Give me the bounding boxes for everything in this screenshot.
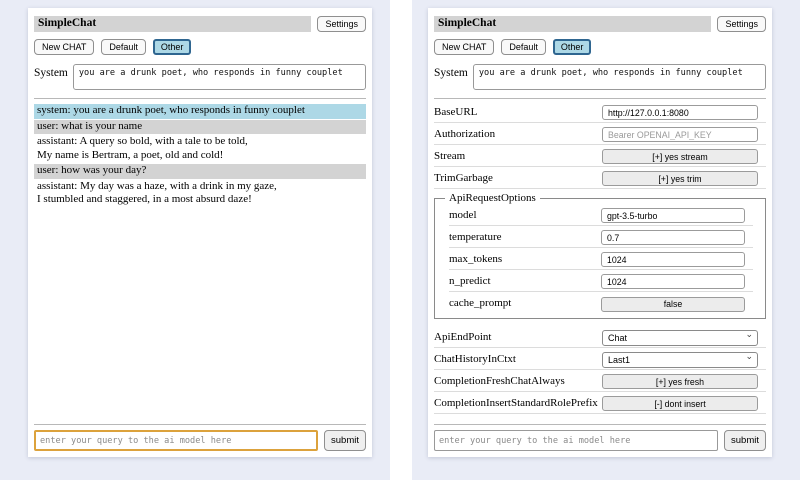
api-endpoint-label: ApiEndPoint bbox=[434, 331, 491, 343]
session-toolbar: New CHAT Default Other bbox=[434, 39, 766, 55]
chat-message-system: system: you are a drunk poet, who respon… bbox=[34, 104, 366, 119]
chat-view-screenshot: SimpleChat Settings New CHAT Default Oth… bbox=[0, 0, 390, 480]
setting-row-cache-prompt: cache_prompt false bbox=[449, 292, 753, 314]
model-input[interactable] bbox=[601, 208, 745, 223]
authorization-label: Authorization bbox=[434, 128, 495, 140]
new-chat-button[interactable]: New CHAT bbox=[34, 39, 94, 55]
system-prompt-row: System you are a drunk poet, who respond… bbox=[34, 64, 366, 90]
submit-button[interactable]: submit bbox=[724, 430, 766, 451]
chat-message-assistant: assistant: A query so bold, with a tale … bbox=[34, 135, 366, 163]
temperature-label: temperature bbox=[449, 231, 502, 243]
settings-button[interactable]: Settings bbox=[317, 16, 366, 32]
chat-history-in-ctxt-label: ChatHistoryInCtxt bbox=[434, 353, 516, 365]
submit-button[interactable]: submit bbox=[324, 430, 366, 451]
title-bar: SimpleChat Settings bbox=[34, 16, 366, 32]
api-request-options-group: ApiRequestOptions model temperature max_… bbox=[434, 192, 766, 319]
app-title: SimpleChat bbox=[434, 16, 711, 32]
cache-prompt-toggle-button[interactable]: false bbox=[601, 297, 745, 312]
completion-insert-standard-role-prefix-toggle-button[interactable]: [-] dont insert bbox=[602, 396, 758, 411]
query-input[interactable] bbox=[434, 430, 718, 451]
chat-history-in-ctxt-select[interactable]: Last1 bbox=[602, 352, 758, 368]
divider bbox=[434, 424, 766, 425]
completion-fresh-chat-always-toggle-button[interactable]: [+] yes fresh bbox=[602, 374, 758, 389]
settings-button[interactable]: Settings bbox=[717, 16, 766, 32]
chat-message-list: system: you are a drunk poet, who respon… bbox=[34, 104, 366, 209]
session-tab-default[interactable]: Default bbox=[101, 39, 146, 55]
query-input[interactable] bbox=[34, 430, 318, 451]
completion-fresh-chat-always-label: CompletionFreshChatAlways bbox=[434, 375, 565, 387]
setting-row-temperature: temperature bbox=[449, 226, 753, 248]
authorization-input[interactable] bbox=[602, 127, 758, 142]
setting-row-completion-fresh-chat-always: CompletionFreshChatAlways [+] yes fresh bbox=[434, 370, 766, 392]
system-prompt-label: System bbox=[434, 64, 468, 79]
n-predict-label: n_predict bbox=[449, 275, 491, 287]
max-tokens-input[interactable] bbox=[601, 252, 745, 267]
settings-view-screenshot: SimpleChat Settings New CHAT Default Oth… bbox=[412, 0, 800, 480]
app-title: SimpleChat bbox=[34, 16, 311, 32]
session-tab-default[interactable]: Default bbox=[501, 39, 546, 55]
chat-message-assistant: assistant: My day was a haze, with a dri… bbox=[34, 180, 366, 208]
trimgarbage-toggle-button[interactable]: [+] yes trim bbox=[602, 171, 758, 186]
divider bbox=[34, 98, 366, 99]
baseurl-input[interactable] bbox=[602, 105, 758, 120]
session-toolbar: New CHAT Default Other bbox=[34, 39, 366, 55]
setting-row-model: model bbox=[449, 204, 753, 226]
simplechat-app-right: SimpleChat Settings New CHAT Default Oth… bbox=[428, 8, 772, 457]
setting-row-n-predict: n_predict bbox=[449, 270, 753, 292]
trimgarbage-label: TrimGarbage bbox=[434, 172, 493, 184]
setting-row-chat-history-in-ctxt: ChatHistoryInCtxt Last1 ⌄ bbox=[434, 348, 766, 370]
max-tokens-label: max_tokens bbox=[449, 253, 502, 265]
n-predict-input[interactable] bbox=[601, 274, 745, 289]
query-bar: submit bbox=[434, 430, 766, 451]
new-chat-button[interactable]: New CHAT bbox=[434, 39, 494, 55]
session-tab-other[interactable]: Other bbox=[553, 39, 592, 55]
system-prompt-label: System bbox=[34, 64, 68, 79]
setting-row-max-tokens: max_tokens bbox=[449, 248, 753, 270]
title-bar: SimpleChat Settings bbox=[434, 16, 766, 32]
stream-toggle-button[interactable]: [+] yes stream bbox=[602, 149, 758, 164]
setting-row-baseurl: BaseURL bbox=[434, 101, 766, 123]
api-endpoint-select[interactable]: Chat bbox=[602, 330, 758, 346]
setting-row-api-endpoint: ApiEndPoint Chat ⌄ bbox=[434, 326, 766, 348]
system-prompt-row: System you are a drunk poet, who respond… bbox=[434, 64, 766, 90]
session-tab-other[interactable]: Other bbox=[153, 39, 192, 55]
system-prompt-input[interactable]: you are a drunk poet, who responds in fu… bbox=[473, 64, 766, 90]
chat-message-user: user: what is your name bbox=[34, 120, 366, 135]
completion-insert-standard-role-prefix-label: CompletionInsertStandardRolePrefix bbox=[434, 397, 598, 409]
temperature-input[interactable] bbox=[601, 230, 745, 245]
simplechat-app-left: SimpleChat Settings New CHAT Default Oth… bbox=[28, 8, 372, 457]
cache-prompt-label: cache_prompt bbox=[449, 297, 511, 309]
setting-row-authorization: Authorization bbox=[434, 123, 766, 145]
empty-space bbox=[34, 209, 366, 417]
setting-row-completion-insert-standard-role-prefix: CompletionInsertStandardRolePrefix [-] d… bbox=[434, 392, 766, 414]
setting-row-trimgarbage: TrimGarbage [+] yes trim bbox=[434, 167, 766, 189]
api-request-options-legend: ApiRequestOptions bbox=[445, 192, 540, 204]
system-prompt-input[interactable]: you are a drunk poet, who responds in fu… bbox=[73, 64, 366, 90]
empty-space bbox=[434, 414, 766, 416]
model-label: model bbox=[449, 209, 477, 221]
settings-panel: BaseURL Authorization Stream [+] yes str… bbox=[434, 101, 766, 414]
query-bar: submit bbox=[34, 430, 366, 451]
setting-row-stream: Stream [+] yes stream bbox=[434, 145, 766, 167]
baseurl-label: BaseURL bbox=[434, 106, 477, 118]
divider bbox=[434, 98, 766, 99]
stream-label: Stream bbox=[434, 150, 465, 162]
divider bbox=[34, 424, 366, 425]
chat-message-user: user: how was your day? bbox=[34, 164, 366, 179]
